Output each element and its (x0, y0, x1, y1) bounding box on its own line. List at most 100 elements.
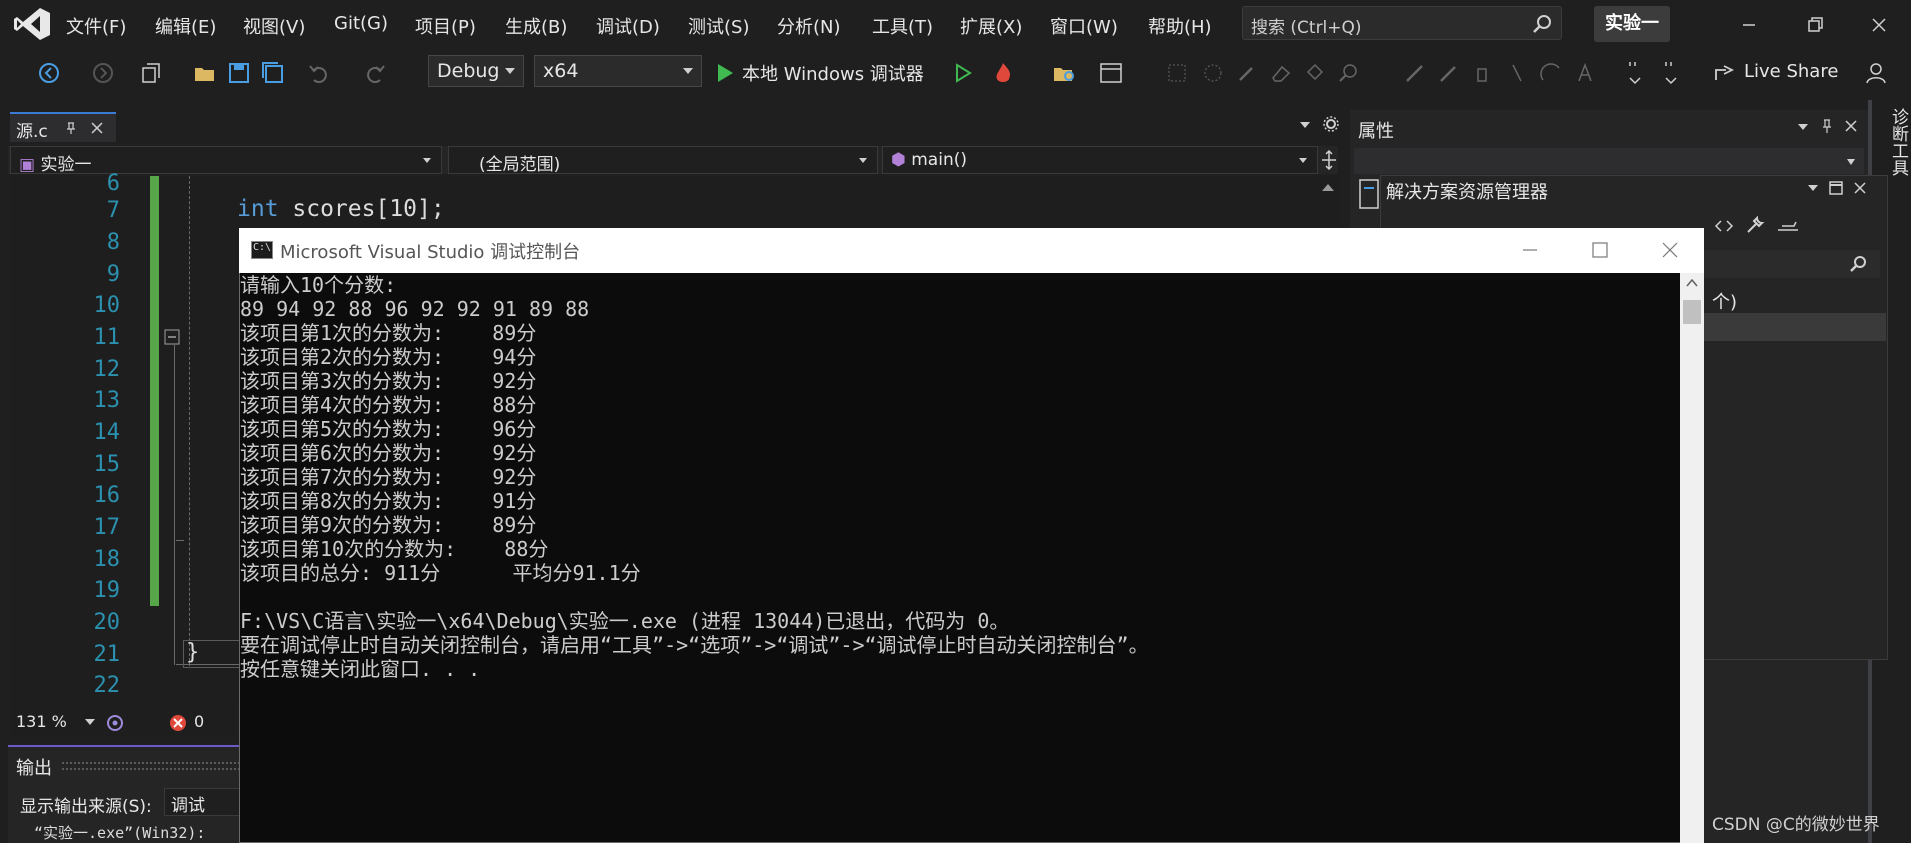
console-line: 该项目第2次的分数为: 94分 (240, 345, 537, 369)
error-count[interactable]: 0 (194, 712, 204, 731)
console-scrollbar[interactable] (1680, 273, 1704, 843)
minimize-icon[interactable] (1734, 10, 1764, 40)
intellicode-icon[interactable] (104, 712, 126, 734)
line-number: 21 (93, 642, 121, 667)
maximize-icon[interactable] (1828, 180, 1844, 196)
console-scroll-thumb[interactable] (1683, 300, 1701, 324)
settings-gear-icon[interactable] (1322, 115, 1340, 133)
undo-icon[interactable] (306, 60, 332, 86)
error-icon[interactable] (168, 713, 188, 733)
visual-studio-logo-icon[interactable] (12, 6, 52, 42)
start-debug-icon[interactable] (712, 60, 738, 86)
search-box[interactable]: 搜索 (Ctrl+Q) (1242, 6, 1562, 40)
menu-tools[interactable]: 工具(T) (872, 13, 933, 39)
console-line: 该项目第6次的分数为: 92分 (240, 441, 537, 465)
search-placeholder: 搜索 (Ctrl+Q) (1251, 18, 1362, 38)
pin-icon[interactable] (64, 121, 78, 135)
eraser-icon[interactable] (1268, 60, 1294, 86)
zoom-chevron-icon[interactable] (84, 717, 96, 727)
console-close-icon[interactable] (1657, 237, 1683, 263)
pencil-icon[interactable] (1402, 60, 1428, 86)
solution-tree-item[interactable]: 个) (1712, 288, 1737, 314)
console-line: 该项目第5次的分数为: 96分 (240, 417, 537, 441)
close-tab-icon[interactable] (90, 121, 104, 135)
console-scroll-up-icon[interactable] (1686, 279, 1698, 287)
live-share-icon[interactable] (1712, 60, 1738, 86)
code-view-icon[interactable] (1714, 216, 1734, 236)
console-maximize-icon[interactable] (1587, 237, 1613, 263)
menu-file[interactable]: 文件(F) (66, 13, 126, 39)
search-icon (1533, 15, 1551, 33)
toolbar-overflow-2-icon[interactable] (1658, 60, 1684, 86)
save-icon[interactable] (226, 60, 252, 86)
line-number: 19 (93, 578, 121, 603)
open-folder-icon[interactable] (192, 60, 218, 86)
close-icon[interactable] (1864, 10, 1894, 40)
solution-close-icon[interactable] (1853, 181, 1867, 195)
zoom-level[interactable]: 131 % (16, 712, 67, 731)
menu-extensions[interactable]: 扩展(X) (960, 13, 1022, 39)
save-all-icon[interactable] (260, 60, 286, 86)
navigate-forward-icon[interactable] (90, 60, 116, 86)
new-project-icon[interactable] (138, 60, 164, 86)
line-number: 16 (93, 483, 121, 508)
navigate-back-icon[interactable] (36, 60, 62, 86)
solution-search-box[interactable] (1700, 250, 1880, 278)
menu-analyze[interactable]: 分析(N) (777, 13, 841, 39)
properties-menu-chevron-icon[interactable] (1796, 120, 1810, 134)
select-tool-icon[interactable] (1164, 60, 1190, 86)
start-without-debug-icon[interactable] (950, 60, 976, 86)
line-number: 8 (106, 230, 120, 255)
menu-help[interactable]: 帮助(H) (1148, 13, 1212, 39)
platform-dropdown[interactable]: x64 (534, 55, 702, 87)
panel-grip[interactable] (62, 762, 240, 770)
solution-tree-selected-row[interactable] (1700, 313, 1886, 341)
toolbar-overflow-icon[interactable] (1622, 60, 1648, 86)
properties-close-icon[interactable] (1844, 119, 1858, 133)
tab-list-chevron-icon[interactable] (1298, 118, 1312, 132)
airbrush-icon[interactable] (1470, 60, 1496, 86)
menu-window[interactable]: 窗口(W) (1050, 13, 1118, 39)
brush-icon[interactable] (1436, 60, 1462, 86)
lasso-icon[interactable] (1200, 60, 1226, 86)
console-minimize-icon[interactable] (1517, 237, 1543, 263)
account-icon[interactable] (1864, 60, 1890, 86)
hot-reload-icon[interactable] (990, 60, 1016, 86)
eyedropper-icon[interactable] (1234, 60, 1260, 86)
menu-debug[interactable]: 调试(D) (596, 13, 660, 39)
split-editor-icon[interactable] (1320, 150, 1338, 170)
curve-tool-icon[interactable] (1538, 60, 1564, 86)
wrench-icon[interactable] (1744, 214, 1766, 236)
console-line: 89 94 92 88 96 92 92 91 89 88 (240, 297, 590, 321)
properties-pin-icon[interactable] (1820, 118, 1834, 134)
chevron-down-icon (859, 158, 867, 163)
menu-view[interactable]: 视图(V) (243, 13, 305, 39)
redo-icon[interactable] (362, 60, 388, 86)
line-tool-icon[interactable] (1504, 60, 1530, 86)
config-dropdown[interactable]: Debug (428, 55, 524, 87)
fill-icon[interactable] (1302, 60, 1328, 86)
menu-project[interactable]: 项目(P) (415, 13, 476, 39)
menu-build[interactable]: 生成(B) (505, 13, 567, 39)
collapse-icon[interactable] (164, 329, 180, 345)
properties-grid-icon[interactable] (1358, 178, 1380, 210)
layout-icon[interactable] (1098, 60, 1124, 86)
zoom-tool-icon[interactable] (1336, 60, 1362, 86)
menu-git[interactable]: Git(G) (334, 13, 388, 34)
preview-icon[interactable] (1776, 214, 1800, 236)
scroll-up-icon[interactable] (1321, 182, 1335, 192)
restore-icon[interactable] (1800, 10, 1830, 40)
output-source-dropdown[interactable]: 调试 (164, 788, 244, 816)
scope-dropdown[interactable]: (全局范围) (448, 146, 878, 175)
tab-source-file[interactable]: 源.c (10, 112, 116, 142)
menu-edit[interactable]: 编辑(E) (155, 13, 216, 39)
start-debug-button[interactable]: 本地 Windows 调试器 (742, 60, 924, 86)
project-dropdown[interactable]: ▣ 实验一 (10, 146, 442, 175)
text-tool-icon[interactable] (1572, 60, 1598, 86)
menu-test[interactable]: 测试(S) (688, 13, 749, 39)
live-share-button[interactable]: Live Share (1744, 61, 1838, 82)
solution-menu-chevron-icon[interactable] (1806, 181, 1820, 195)
member-dropdown[interactable]: ⬢ main() (882, 146, 1318, 174)
find-in-files-icon[interactable] (1052, 60, 1078, 86)
properties-object-selector[interactable] (1354, 148, 1864, 174)
